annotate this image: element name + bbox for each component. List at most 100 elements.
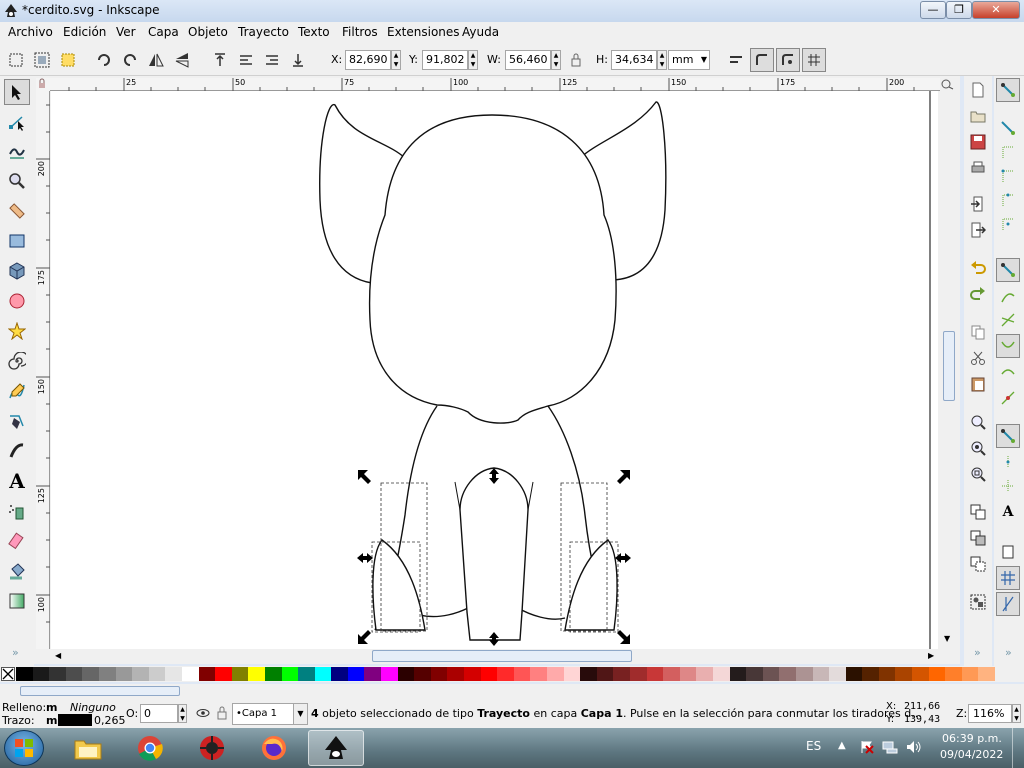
select-all-layers-icon[interactable] [30, 48, 54, 72]
color-swatch[interactable] [16, 667, 33, 681]
snap-enable-icon[interactable] [996, 78, 1020, 102]
color-swatch[interactable] [497, 667, 514, 681]
scroll-right-icon[interactable]: ▶ [928, 651, 934, 660]
h-stepper[interactable]: ▲ ▼ [657, 50, 667, 70]
color-swatch[interactable] [845, 667, 863, 681]
color-swatch[interactable] [397, 667, 415, 681]
rectangle-tool-icon[interactable] [4, 228, 30, 254]
color-swatch[interactable] [231, 667, 249, 681]
zoom-stepper[interactable]: ▲ ▼ [1012, 704, 1021, 723]
color-swatch[interactable] [613, 667, 630, 681]
color-swatch[interactable] [961, 667, 979, 681]
pen-tool-icon[interactable] [4, 408, 30, 434]
action-center-flag-icon[interactable] [860, 740, 874, 757]
color-swatch[interactable] [795, 667, 813, 681]
gradient-tool-icon[interactable] [4, 588, 30, 614]
snap-page-border-icon[interactable] [996, 540, 1020, 564]
app-taskbar-icon[interactable] [186, 730, 238, 766]
snap-intersections-icon[interactable] [996, 308, 1020, 332]
color-swatch[interactable] [580, 667, 597, 681]
show-desktop-button[interactable] [1012, 728, 1024, 768]
snap-bbox-midpoint-icon[interactable] [996, 188, 1020, 212]
selector-tool-icon[interactable] [4, 79, 30, 105]
color-swatch[interactable] [895, 667, 913, 681]
color-swatch[interactable] [430, 667, 448, 681]
snap-line-midpoints-icon[interactable] [996, 386, 1020, 410]
clock-date[interactable]: 09/04/2022 [940, 748, 1003, 761]
color-swatch[interactable] [115, 667, 133, 681]
snap-others-icon[interactable] [996, 424, 1020, 448]
clock-time[interactable]: 06:39 p.m. [942, 732, 1002, 745]
color-swatch[interactable] [314, 667, 332, 681]
menu-ayuda[interactable]: Ayuda [462, 25, 499, 39]
color-swatch[interactable] [547, 667, 564, 681]
duplicate-icon[interactable] [966, 500, 990, 524]
color-swatch[interactable] [762, 667, 780, 681]
color-swatch[interactable] [746, 667, 763, 681]
calligraphy-tool-icon[interactable] [4, 438, 30, 464]
spray-tool-icon[interactable] [4, 498, 30, 524]
color-swatch[interactable] [331, 667, 348, 681]
color-swatch[interactable] [563, 667, 581, 681]
snap-bbox-edge-icon[interactable] [996, 140, 1020, 164]
menu-edicion[interactable]: Edición [63, 25, 106, 39]
snap-smooth-nodes-icon[interactable] [996, 360, 1020, 384]
raise-to-top-icon[interactable] [208, 48, 232, 72]
undo-icon[interactable] [966, 256, 990, 280]
color-swatch[interactable] [148, 667, 166, 681]
menu-texto[interactable]: Texto [298, 25, 330, 39]
color-swatch[interactable] [912, 667, 929, 681]
vertical-ruler[interactable]: 200 175 150 125 100 [36, 91, 50, 649]
layer-select[interactable]: •Capa 1 ▼ [232, 703, 308, 725]
color-swatch[interactable] [779, 667, 796, 681]
color-swatch[interactable] [264, 667, 282, 681]
color-swatch[interactable] [629, 667, 647, 681]
color-swatch[interactable] [464, 667, 481, 681]
scroll-down-icon[interactable]: ▼ [944, 634, 950, 643]
expand-snap-icon[interactable]: » [1005, 646, 1012, 659]
import-icon[interactable] [966, 192, 990, 216]
palette-scrollbar[interactable] [0, 684, 1024, 700]
color-swatch[interactable] [729, 667, 747, 681]
layer-lock-icon[interactable] [216, 706, 228, 723]
color-swatch[interactable] [596, 667, 614, 681]
minimize-button[interactable]: — [920, 1, 946, 19]
deselect-icon[interactable] [56, 48, 80, 72]
color-swatch[interactable] [978, 667, 996, 681]
color-swatch[interactable] [663, 667, 680, 681]
color-swatch[interactable] [165, 667, 182, 681]
text-tool-icon[interactable]: A [4, 468, 30, 494]
color-swatch[interactable] [132, 667, 149, 681]
inkscape-taskbar-icon[interactable] [308, 730, 364, 766]
color-swatch[interactable] [679, 667, 697, 681]
ellipse-tool-icon[interactable] [4, 288, 30, 314]
zoom-field[interactable]: 116% [968, 704, 1012, 723]
measure-tool-icon[interactable] [4, 198, 30, 224]
restore-button[interactable]: ❐ [946, 1, 972, 19]
eraser-tool-icon[interactable] [4, 528, 30, 554]
color-swatch[interactable] [513, 667, 531, 681]
palette-scroll-thumb[interactable] [20, 686, 180, 696]
color-swatch[interactable] [646, 667, 664, 681]
color-swatch[interactable] [32, 667, 50, 681]
lock-ratio-icon[interactable] [564, 48, 588, 72]
color-swatch[interactable] [364, 667, 382, 681]
zoom-selection-icon[interactable] [966, 410, 990, 434]
unlink-clone-icon[interactable] [966, 552, 990, 576]
snap-cusp-nodes-icon[interactable] [996, 334, 1020, 358]
horizontal-scroll-thumb[interactable] [372, 650, 632, 662]
tray-expand-icon[interactable]: ▲ [838, 740, 846, 751]
rotate-cw-icon[interactable] [118, 48, 142, 72]
color-swatch[interactable] [414, 667, 431, 681]
vertical-scrollbar[interactable]: ▼ [940, 91, 956, 649]
star-tool-icon[interactable] [4, 318, 30, 344]
fill-value[interactable]: Ninguno [70, 701, 116, 714]
drawing-canvas[interactable] [51, 91, 938, 649]
unit-select[interactable]: mm ▼ [668, 50, 710, 70]
flip-horizontal-icon[interactable] [144, 48, 168, 72]
stroke-width[interactable]: 0,265 [94, 714, 126, 727]
menu-ver[interactable]: Ver [116, 25, 136, 39]
color-swatch[interactable] [98, 667, 116, 681]
stroke-color-swatch[interactable] [58, 714, 92, 726]
snap-bbox-center-icon[interactable] [996, 212, 1020, 236]
